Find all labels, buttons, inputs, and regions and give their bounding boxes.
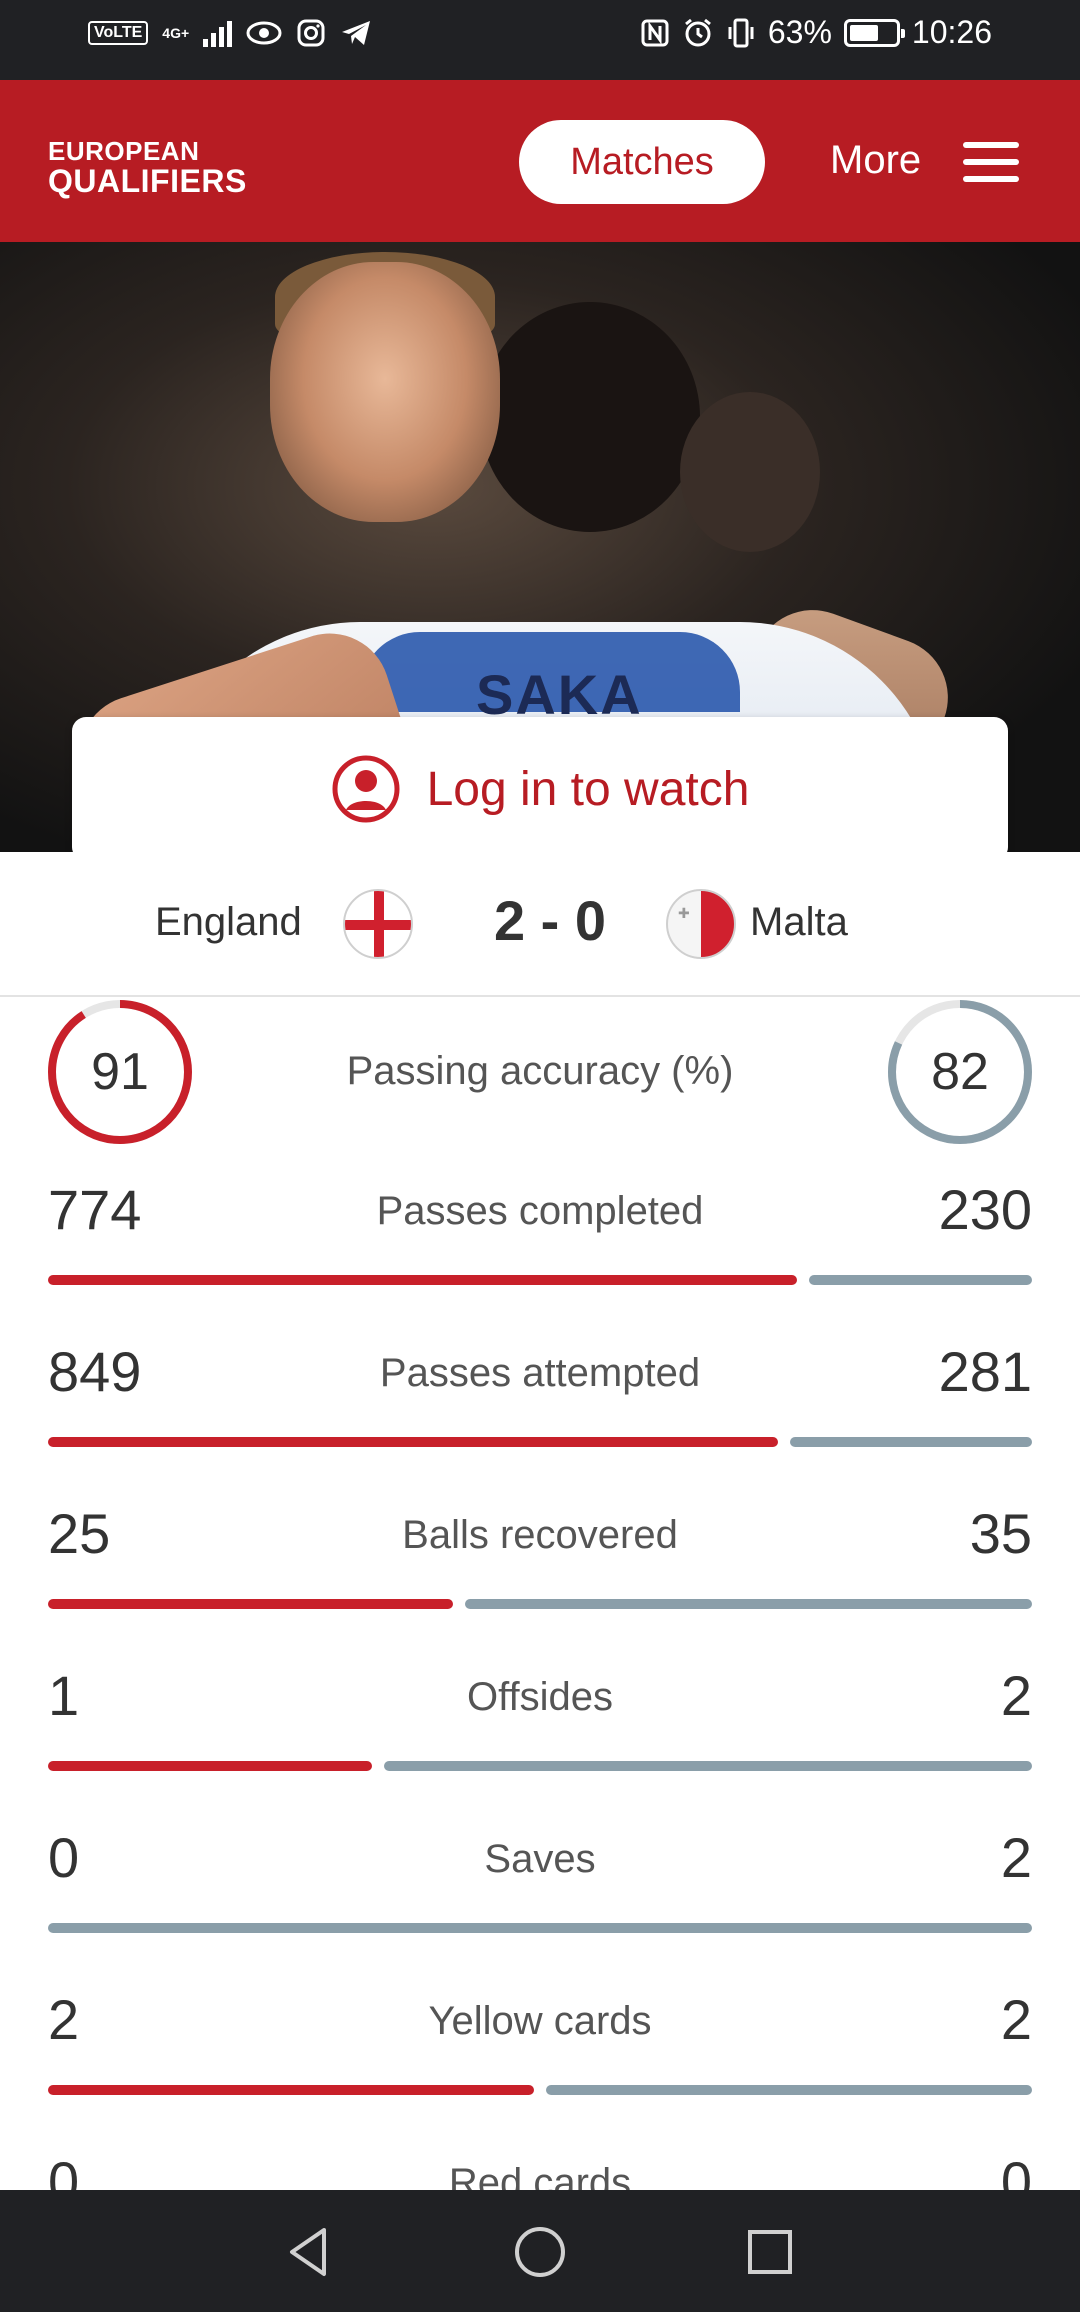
status-bar-right: 63% 10:26 — [640, 14, 992, 51]
stat-bar-away — [546, 2085, 1032, 2095]
instagram-icon — [297, 19, 325, 47]
stat-label: Yellow cards — [428, 1999, 652, 2043]
stat-row: 1 Offsides 2 — [0, 1663, 1080, 1825]
player-head-dark — [480, 302, 700, 532]
logo-line-2: QUALIFIERS — [48, 163, 247, 199]
score: 2 - 0 — [493, 889, 607, 952]
home-team-name: England — [155, 900, 302, 944]
recents-icon[interactable] — [738, 2220, 802, 2284]
stat-bar-home — [48, 1275, 797, 1285]
stat-bar-home — [48, 1761, 372, 1771]
login-to-watch-button[interactable]: Log in to watch — [72, 717, 1008, 852]
back-icon[interactable] — [278, 2220, 342, 2284]
stat-row: 0 Saves 2 — [0, 1825, 1080, 1987]
away-passing-accuracy-ring: 82 — [885, 997, 1035, 1147]
battery-icon — [843, 18, 905, 47]
network-type: 4G+ — [162, 25, 190, 41]
stat-row: 25 Balls recovered 35 — [0, 1501, 1080, 1663]
stat-row: 0 Red cards 0 — [0, 2149, 1080, 2190]
stat-row: 849 Passes attempted 281 — [0, 1339, 1080, 1501]
stat-comparison-bar — [48, 1923, 1032, 1933]
stat-bar-away — [48, 1923, 1032, 1933]
stat-bar-home — [48, 1599, 453, 1609]
stat-row: 774 Passes completed 230 — [0, 1177, 1080, 1339]
stat-label: Passes attempted — [379, 1351, 701, 1395]
stat-label: Passes completed — [376, 1189, 704, 1233]
stat-label: Saves — [484, 1837, 596, 1881]
login-label: Log in to watch — [426, 762, 750, 816]
stat-label: Offsides — [467, 1675, 613, 1719]
england-flag-icon — [343, 889, 413, 959]
match-stats[interactable]: 91 Passing accuracy (%) 82 774 Passes com… — [0, 997, 1080, 2190]
user-account-icon — [332, 755, 400, 823]
clock: 10:26 — [911, 14, 992, 50]
hero-image: SAKA Log in to watch — [0, 242, 1080, 852]
away-team-name: Malta — [750, 900, 848, 944]
player-face — [270, 262, 500, 522]
european-qualifiers-logo[interactable]: EUROPEAN QUALIFIERS — [48, 136, 247, 199]
stat-away-value: 281 — [938, 1340, 1032, 1403]
volte-icon: VoLTE — [88, 21, 149, 45]
stat-away-value: 0 — [1000, 2150, 1032, 2190]
stat-label: Red cards — [448, 2161, 632, 2190]
stat-bar-home — [48, 2085, 534, 2095]
stat-comparison-bar — [48, 1437, 1032, 1447]
status-bar: VoLTE 4G+ 63% 10:26 — [0, 0, 1080, 80]
stat-comparison-bar — [48, 1275, 1032, 1285]
stat-bar-away — [465, 1599, 1032, 1609]
status-bar-left: VoLTE 4G+ — [88, 18, 372, 48]
stat-bar-home — [48, 1437, 778, 1447]
player-head-background — [680, 392, 820, 552]
logo-line-1: EUROPEAN — [48, 136, 200, 166]
stat-comparison-bar — [48, 1761, 1032, 1771]
battery-percent: 63% — [767, 14, 832, 50]
signal-icon — [203, 19, 233, 47]
system-nav-bar — [0, 2190, 1080, 2312]
stat-away-value: 2 — [1000, 1826, 1032, 1889]
app-header: EUROPEAN QUALIFIERS Matches More — [0, 80, 1080, 242]
telegram-icon — [342, 21, 371, 45]
alarm-icon — [684, 18, 711, 46]
stat-row: 2 Yellow cards 2 — [0, 1987, 1080, 2149]
more-button[interactable]: More — [830, 138, 921, 183]
stat-bar-away — [790, 1437, 1032, 1447]
stat-away-value: 35 — [969, 1502, 1032, 1565]
stat-comparison-bar — [48, 1599, 1032, 1609]
eye-icon — [246, 21, 282, 45]
home-icon[interactable] — [508, 2220, 572, 2284]
malta-flag-icon: ✚ — [666, 889, 736, 959]
away-passing-accuracy-value: 82 — [931, 1043, 989, 1101]
stat-away-value: 230 — [938, 1178, 1032, 1241]
stat-comparison-bar — [48, 2085, 1032, 2095]
stat-away-value: 2 — [1000, 1664, 1032, 1727]
stat-away-value: 2 — [1000, 1988, 1032, 2051]
stat-label: Balls recovered — [402, 1513, 678, 1557]
stat-bar-away — [384, 1761, 1032, 1771]
nfc-icon — [641, 19, 669, 46]
hamburger-menu-icon[interactable] — [963, 142, 1019, 182]
vibrate-icon — [728, 18, 754, 47]
matches-button[interactable]: Matches — [519, 120, 765, 204]
match-score-bar: England 2 - 0 ✚ Malta — [0, 852, 1080, 997]
stat-bar-away — [809, 1275, 1032, 1285]
